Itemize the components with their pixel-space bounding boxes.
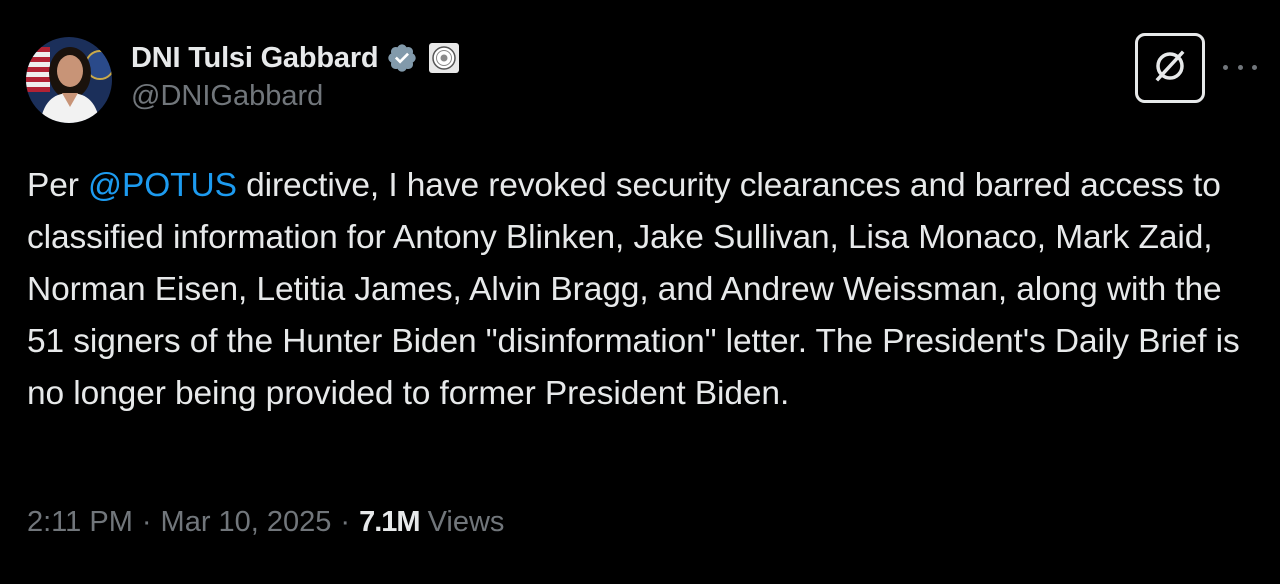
tweet-meta: 2:11 PM · Mar 10, 2025 · 7.1M Views	[27, 506, 504, 539]
views-label: Views	[427, 506, 505, 538]
author-handle[interactable]: @DNIGabbard	[131, 80, 323, 113]
tweet-text-start: Per	[27, 167, 89, 204]
verified-badge-icon	[386, 42, 418, 74]
tweet-card: DNI Tulsi Gabbard @DNIGabbard Per @POTUS…	[0, 0, 1280, 584]
meta-separator: ·	[141, 506, 152, 538]
grok-button[interactable]	[1135, 33, 1205, 103]
more-options-icon	[1223, 64, 1228, 70]
author-display-name[interactable]: DNI Tulsi Gabbard	[131, 42, 379, 75]
author-name-row: DNI Tulsi Gabbard	[131, 38, 460, 78]
tweet-text: Per @POTUS directive, I have revoked sec…	[27, 160, 1257, 420]
more-options-button[interactable]	[1223, 56, 1257, 78]
avatar[interactable]	[26, 37, 112, 123]
mention-link[interactable]: @POTUS	[88, 167, 237, 204]
tweet-date[interactable]: Mar 10, 2025	[161, 506, 332, 539]
grok-icon	[1150, 46, 1190, 91]
avatar-image	[26, 37, 112, 123]
views-count[interactable]: 7.1M	[359, 506, 420, 539]
government-seal-icon[interactable]	[428, 42, 460, 74]
meta-separator: ·	[340, 506, 351, 538]
tweet-time[interactable]: 2:11 PM	[27, 506, 133, 539]
